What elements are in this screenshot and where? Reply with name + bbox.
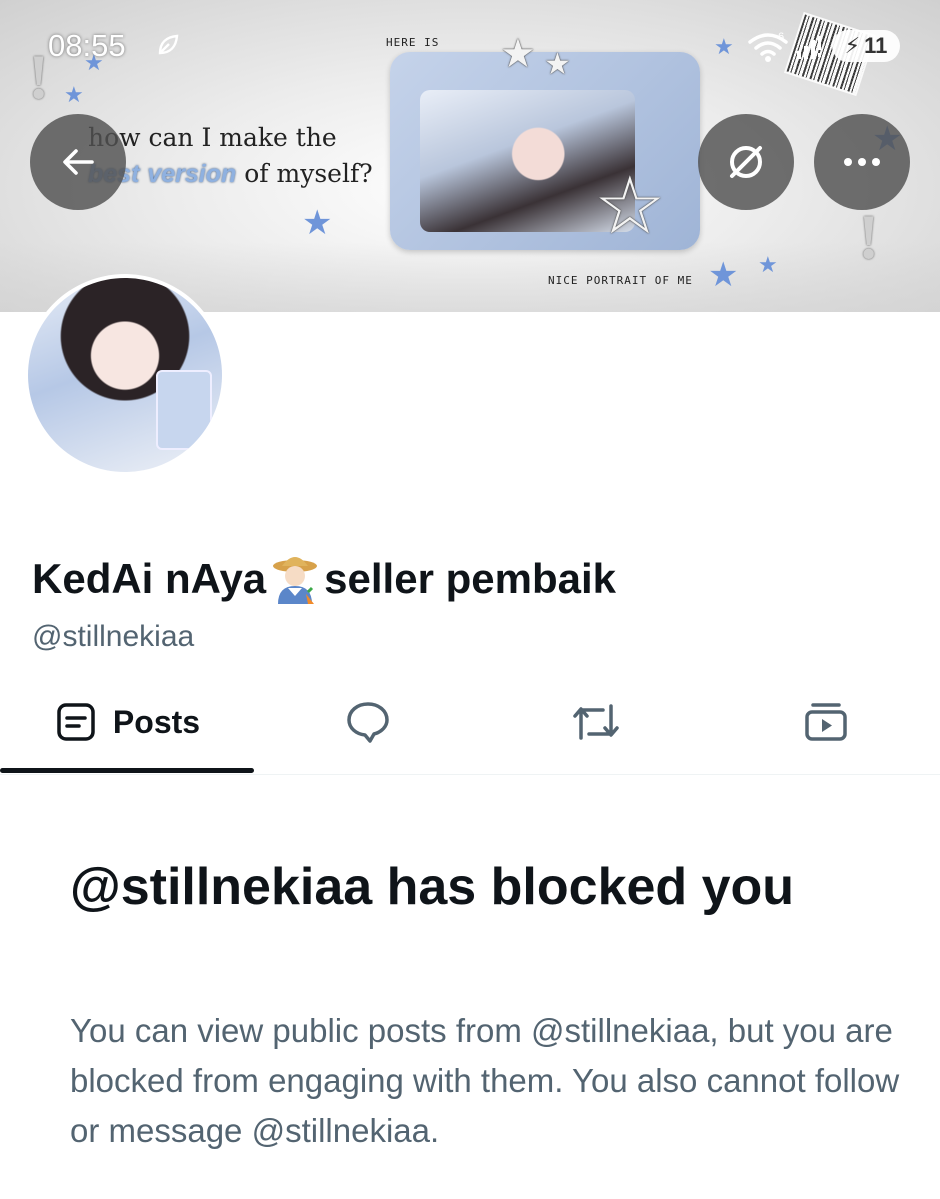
exclamation-decoration: ! [858, 201, 880, 272]
profile-tabs: Posts [0, 672, 940, 775]
display-name: KedAi nAya seller pembaik [32, 552, 616, 606]
profile-handle: @stillnekiaa [32, 620, 195, 653]
banner-quote-line1: how can I make the [88, 123, 337, 152]
arrow-left-icon [63, 149, 94, 175]
blocked-title: @stillnekiaa has blocked you [70, 858, 795, 916]
blocked-description: You can view public posts from @stillnek… [70, 1012, 900, 1149]
banner-quote-line2: best version of myself? [88, 156, 388, 192]
avatar-photocard [156, 370, 212, 450]
status-bar: 08:55 6 ⚡ 11 [0, 0, 940, 90]
star-decoration: ★ [708, 256, 739, 294]
star-decoration: ★ [758, 252, 778, 277]
grok-icon [730, 146, 762, 178]
posts-icon [57, 703, 95, 741]
banner-quote-suffix: of myself? [244, 159, 373, 188]
back-button[interactable] [30, 114, 126, 210]
grok-button[interactable] [698, 114, 794, 210]
farmer-icon [273, 557, 318, 604]
battery-level: 11 [864, 33, 888, 58]
wifi-signal-label: 6 [778, 31, 784, 43]
leaf-icon [158, 34, 179, 55]
cellular-signal-icon [797, 36, 821, 59]
more-options-button[interactable] [814, 114, 910, 210]
repost-icon [572, 704, 619, 740]
wifi-icon: 6 [748, 31, 788, 62]
tab-reposts[interactable] [478, 672, 713, 772]
display-name-text: KedAi nAya [32, 555, 267, 602]
profile-avatar[interactable] [24, 274, 226, 476]
status-time: 08:55 [48, 28, 126, 63]
silver-star-keychain: ☆ [594, 161, 666, 250]
more-horizontal-icon [844, 158, 880, 166]
tab-posts[interactable]: Posts [10, 672, 245, 772]
star-decoration: ★ [302, 204, 333, 242]
charging-bolt-icon: ⚡ [844, 33, 861, 58]
reply-icon [346, 702, 389, 743]
battery-indicator: ⚡ 11 [832, 30, 900, 62]
banner-quote-version: version [147, 160, 237, 188]
avatar-image [28, 278, 222, 472]
active-tab-indicator [0, 768, 254, 773]
tab-media[interactable] [708, 672, 940, 772]
banner-quote: how can I make the best version of mysel… [88, 120, 388, 192]
tab-replies[interactable] [250, 672, 485, 772]
media-icon [804, 703, 847, 741]
tab-posts-label: Posts [112, 703, 201, 740]
banner-caption-bottom: NICE PORTRAIT OF ME [548, 274, 693, 287]
display-name-suffix: seller pembaik [324, 555, 616, 602]
